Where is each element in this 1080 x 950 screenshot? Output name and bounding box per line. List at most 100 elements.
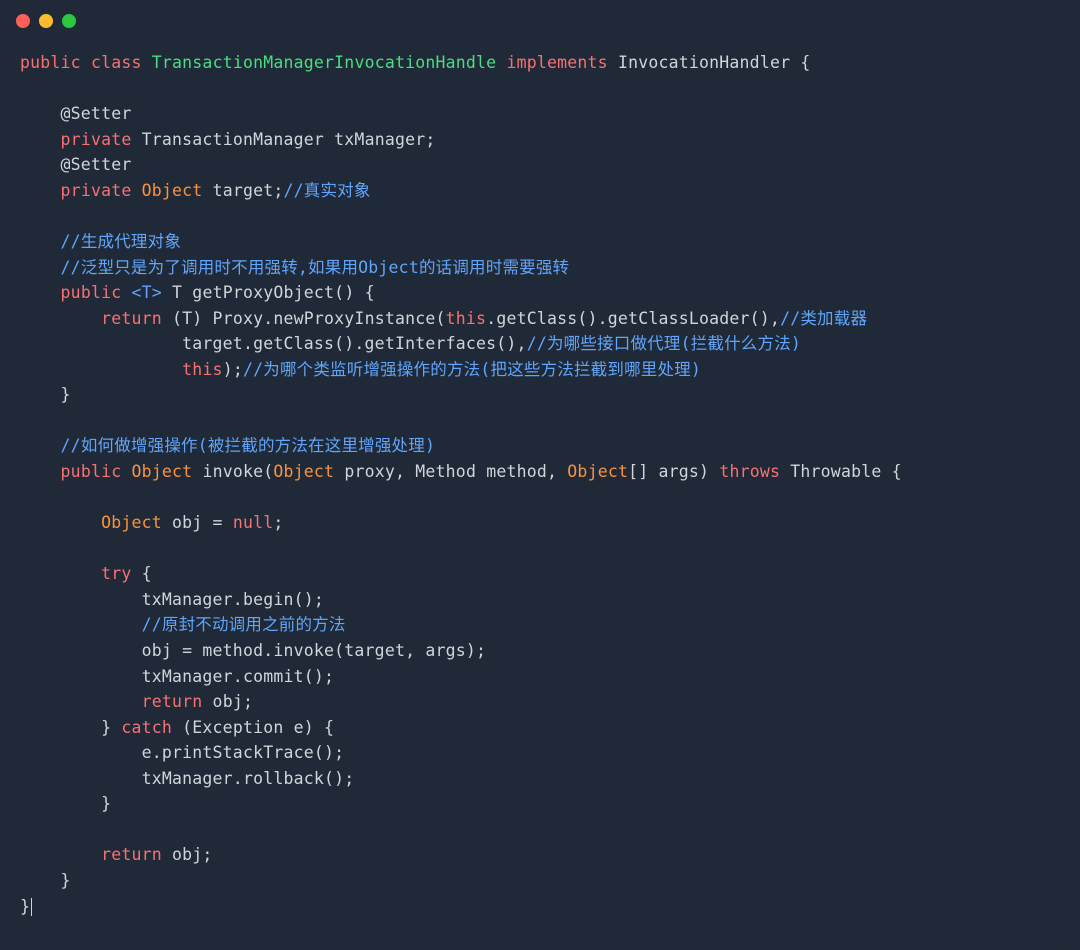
code-token: Object [132,462,193,481]
code-token: Object [101,513,162,532]
code-token: txManager.rollback(); [20,769,354,788]
code-token [20,462,61,481]
code-token: //为哪个类监听增强操作的方法(把这些方法拦截到哪里处理) [243,360,701,379]
code-token: target.getClass().getInterfaces(), [20,334,527,353]
code-token: { [131,564,151,583]
code-line: //如何做增强操作(被拦截的方法在这里增强处理) [20,433,1060,459]
code-token: obj; [202,692,253,711]
code-token [20,513,101,532]
code-token: implements [506,53,607,72]
code-token: } [20,794,111,813]
code-line: //原封不动调用之前的方法 [20,612,1060,638]
code-line: target.getClass().getInterfaces(),//为哪些接… [20,331,1060,357]
code-line: e.printStackTrace(); [20,740,1060,766]
code-token [81,53,91,72]
code-window: public class TransactionManagerInvocatio… [0,0,1080,950]
code-token [20,845,101,864]
code-line [20,76,1060,102]
minimize-icon[interactable] [39,14,53,28]
code-token: } [20,871,71,890]
code-token: throws [719,462,780,481]
code-line: txManager.commit(); [20,664,1060,690]
code-token: e.printStackTrace(); [20,743,344,762]
code-token: proxy, Method method, [334,462,567,481]
code-token: .getClass().getClassLoader(), [486,309,780,328]
code-token [20,615,142,634]
code-token [20,130,61,149]
code-line [20,536,1060,562]
close-icon[interactable] [16,14,30,28]
code-token: null [233,513,274,532]
code-token: this [446,309,487,328]
code-token: Object [273,462,334,481]
code-token [131,181,141,200]
code-token: //类加载器 [780,309,867,328]
code-token: (T) Proxy.newProxyInstance( [162,309,446,328]
code-token [20,692,142,711]
code-token [121,462,131,481]
code-line: try { [20,561,1060,587]
code-token: try [101,564,131,583]
code-line: } [20,868,1060,894]
code-token: (Exception e) { [172,718,334,737]
code-token [20,232,61,251]
code-token: public [61,462,122,481]
code-line [20,203,1060,229]
code-token [20,181,61,200]
code-token: InvocationHandler { [608,53,811,72]
code-token: return [101,845,162,864]
code-token: txManager.begin(); [20,590,324,609]
code-token: private [61,130,132,149]
code-line: Object obj = null; [20,510,1060,536]
maximize-icon[interactable] [62,14,76,28]
code-token: private [61,181,132,200]
code-token: Object [142,181,203,200]
code-line: } catch (Exception e) { [20,715,1060,741]
code-token: [] args) [628,462,719,481]
code-token: Object [567,462,628,481]
code-line: return obj; [20,842,1060,868]
code-line: this);//为哪个类监听增强操作的方法(把这些方法拦截到哪里处理) [20,357,1060,383]
code-line: @Setter [20,152,1060,178]
code-token: obj; [162,845,213,864]
code-line: txManager.begin(); [20,587,1060,613]
code-token [142,53,152,72]
code-token [496,53,506,72]
code-token: obj = [162,513,233,532]
code-token: //真实对象 [284,181,371,200]
code-token: target; [202,181,283,200]
code-token: class [91,53,142,72]
code-line: @Setter [20,101,1060,127]
code-line: public <T> T getProxyObject() { [20,280,1060,306]
code-line: } [20,791,1060,817]
code-line: private TransactionManager txManager; [20,127,1060,153]
code-line: public class TransactionManagerInvocatio… [20,50,1060,76]
code-line: obj = method.invoke(target, args); [20,638,1060,664]
code-token [121,283,131,302]
code-token: TransactionManager txManager; [131,130,435,149]
code-token: obj = method.invoke(target, args); [20,641,486,660]
code-token [20,436,61,455]
code-token: public [20,53,81,72]
code-token: @Setter [20,104,131,123]
code-token: txManager.commit(); [20,667,334,686]
code-token: //如何做增强操作(被拦截的方法在这里增强处理) [61,436,436,455]
code-token: //生成代理对象 [61,232,181,251]
titlebar [0,0,1080,42]
code-token: } [20,385,71,404]
text-cursor [31,898,32,916]
code-line: public Object invoke(Object proxy, Metho… [20,459,1060,485]
code-token [20,360,182,379]
code-line: private Object target;//真实对象 [20,178,1060,204]
code-line: } [20,894,1060,920]
code-line [20,408,1060,434]
code-line: txManager.rollback(); [20,766,1060,792]
code-line [20,817,1060,843]
code-token: <T> [132,283,162,302]
code-token: Throwable { [780,462,902,481]
code-line: return obj; [20,689,1060,715]
code-token: ; [273,513,283,532]
code-line: //生成代理对象 [20,229,1060,255]
code-editor[interactable]: public class TransactionManagerInvocatio… [0,42,1080,939]
code-token: //原封不动调用之前的方法 [142,615,346,634]
